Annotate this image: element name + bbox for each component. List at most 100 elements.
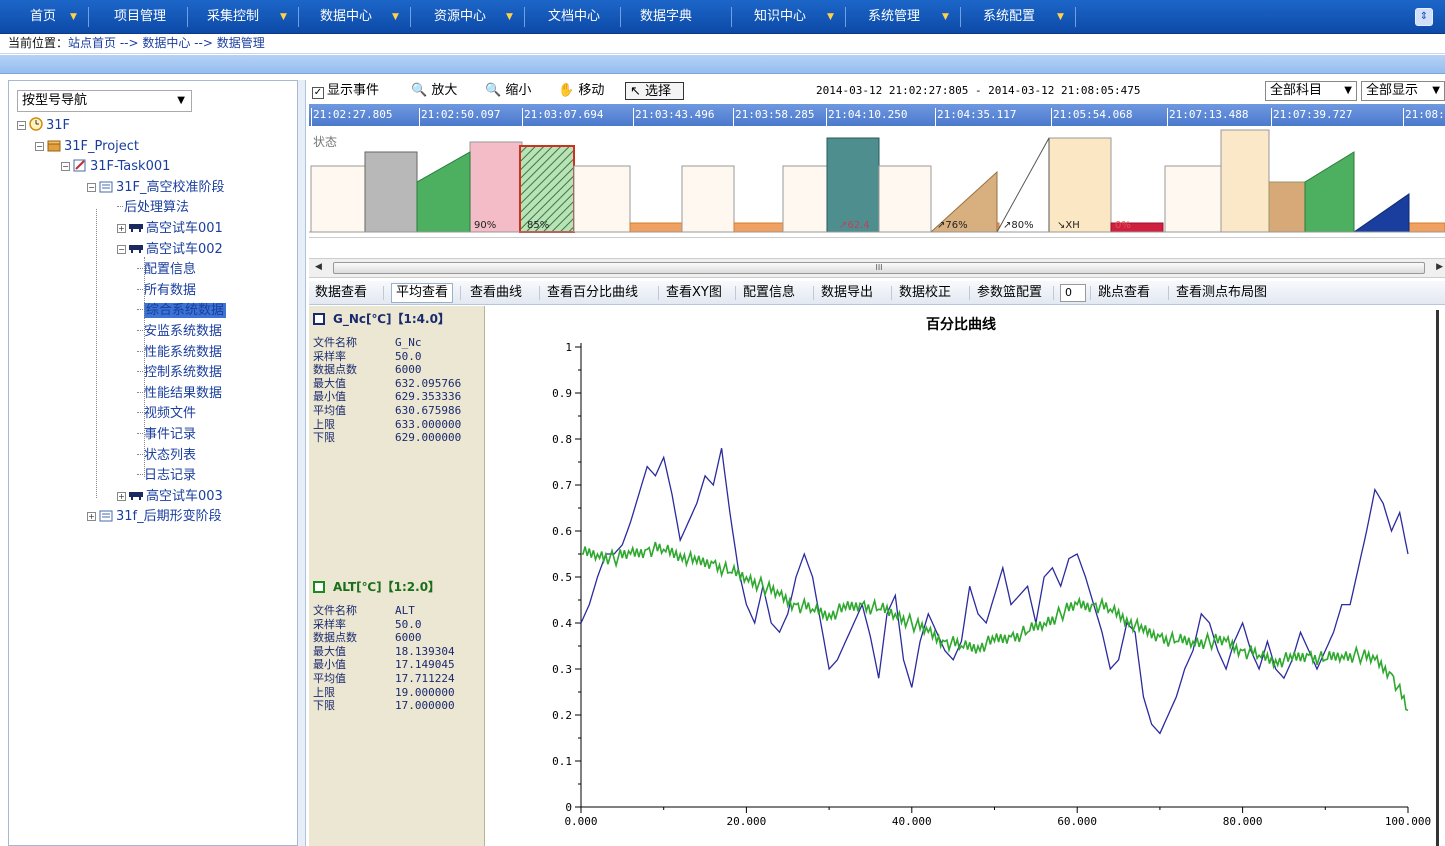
show-events-checkbox[interactable]: ✓ 显示事件	[312, 82, 379, 100]
nav-item-3[interactable]: 采集控制 ▼	[201, 0, 287, 34]
event-ramp[interactable]	[996, 137, 1050, 233]
event-block[interactable]	[1048, 137, 1112, 233]
tree-node[interactable]: 视频文件	[137, 405, 196, 425]
action-4[interactable]: 查看百分比曲线	[547, 284, 638, 302]
event-block[interactable]	[1408, 222, 1445, 233]
percent-curve-chart-panel[interactable]: 百分比曲线 0 0.1 0.2 0.3 0.4 0.5 0.6 0.7 0.8 0.9 1 0.000…	[486, 306, 1445, 846]
action-8[interactable]: 数据校正	[899, 284, 951, 302]
tree-node[interactable]: 性能系统数据	[137, 344, 222, 364]
nav-item-6[interactable]: 文档中心	[542, 0, 600, 34]
channel-color-box[interactable]	[313, 313, 325, 325]
event-horizontal-scrollbar[interactable]: ◀ III ▶	[309, 258, 1445, 278]
tree-node[interactable]: 所有数据	[137, 282, 196, 302]
tree-node[interactable]: 综合系统数据	[137, 302, 227, 322]
channel-color-box[interactable]	[313, 581, 325, 593]
collapse-icon[interactable]: −	[35, 141, 44, 151]
nav-item-4[interactable]: 数据中心 ▼	[314, 0, 399, 34]
action-11[interactable]: 查看测点布局图	[1176, 284, 1267, 302]
panel-splitter[interactable]	[298, 80, 306, 846]
collapse-icon[interactable]: −	[61, 162, 70, 172]
event-block[interactable]	[1220, 129, 1270, 233]
event-block[interactable]	[310, 165, 366, 233]
channel-header[interactable]: ALT[℃]【1:2.0】	[313, 578, 440, 595]
collapse-icon[interactable]: −	[87, 182, 96, 192]
tree-node[interactable]: − 31F_高空校准阶段	[87, 179, 225, 199]
tree-node[interactable]: 后处理算法	[117, 199, 189, 219]
series-line-g-nc[interactable]	[580, 448, 1409, 735]
tree-node[interactable]: − 高空试车002	[117, 241, 223, 261]
event-block[interactable]	[364, 151, 418, 233]
nav-item-1[interactable]: 首页 ▼	[24, 0, 77, 34]
expand-icon[interactable]: +	[117, 491, 126, 501]
action-6[interactable]: 配置信息	[743, 284, 795, 302]
event-block[interactable]	[733, 222, 787, 233]
event-block[interactable]	[782, 165, 828, 233]
nav-item-9[interactable]: 系统管理 ▼	[862, 0, 949, 34]
tree-node[interactable]: 事件记录	[137, 426, 196, 446]
nav-item-label: 首页	[30, 9, 57, 24]
zoom-out-button[interactable]: 🔍 缩小	[485, 82, 531, 100]
action-3[interactable]: 查看曲线	[470, 284, 522, 302]
timeline-ruler[interactable]: 21:02:27.805 21:02:50.097 21:03:07.694 21:0…	[309, 104, 1445, 126]
scroll-thumb[interactable]: III	[333, 262, 1425, 274]
expand-icon[interactable]: +	[117, 224, 126, 233]
event-block[interactable]	[629, 222, 683, 233]
event-block[interactable]	[826, 137, 880, 233]
expand-icon[interactable]: +	[87, 512, 96, 522]
event-block[interactable]	[878, 165, 932, 233]
action-2[interactable]: 平均查看	[391, 283, 454, 303]
channel-header[interactable]: G_Nc[℃]【1:4.0】	[313, 310, 450, 327]
time-range-display: 2014-03-12 21:02:27:805 - 2014-03-12 21:…	[816, 84, 1141, 97]
tree-node[interactable]: +31f_后期形变阶段	[87, 508, 222, 528]
action-1[interactable]: 数据查看	[315, 284, 367, 302]
series-line-alt[interactable]	[581, 541, 1409, 712]
event-ramp[interactable]	[1352, 193, 1410, 233]
event-block[interactable]	[681, 165, 735, 233]
action-10[interactable]: 跳点查看	[1098, 284, 1150, 302]
tree-node[interactable]: 日志记录	[137, 467, 196, 487]
collapse-icon[interactable]: −	[117, 244, 126, 254]
percent-curve-chart[interactable]: 0 0.1 0.2 0.3 0.4 0.5 0.6 0.7 0.8 0.9 1 0.000 20.000…	[486, 306, 1431, 846]
action-7[interactable]: 数据导出	[821, 284, 873, 302]
scroll-right-arrow-icon[interactable]: ▶	[1436, 262, 1443, 272]
tree-node[interactable]: 控制系统数据	[137, 364, 222, 384]
tree-node-label: 配置信息	[144, 262, 197, 278]
nav-item-2[interactable]: 项目管理	[108, 0, 166, 34]
action-9[interactable]: 参数篮配置	[977, 284, 1042, 302]
event-ramp[interactable]	[1304, 151, 1355, 233]
tree-node[interactable]: + 高空试车001	[117, 220, 223, 240]
action-5[interactable]: 查看XY图	[666, 284, 722, 302]
jump-point-input[interactable]: 0	[1060, 284, 1086, 302]
scroll-left-arrow-icon[interactable]: ◀	[315, 262, 322, 272]
navigation-mode-select[interactable]: 按型号导航 ▼	[17, 90, 192, 112]
collapse-icon[interactable]: −	[17, 121, 26, 130]
breadcrumb-path[interactable]: 站点首页 --> 数据中心 --> 数据管理	[68, 36, 265, 50]
nav-item-5[interactable]: 资源中心 ▼	[428, 0, 513, 34]
nav-item-8[interactable]: 知识中心 ▼	[748, 0, 834, 34]
tree-node[interactable]: − 31F_Project	[35, 138, 139, 158]
zoom-in-button[interactable]: 🔍 放大	[411, 82, 457, 100]
event-ramp[interactable]	[416, 151, 471, 233]
event-block[interactable]	[573, 165, 631, 233]
nav-item-7[interactable]: 数据字典	[634, 0, 692, 34]
event-block[interactable]	[1164, 165, 1222, 233]
tree-node[interactable]: 安监系统数据	[137, 323, 222, 343]
tree-node[interactable]: 状态列表	[137, 447, 196, 467]
nav-item-10[interactable]: 系统配置 ▼	[977, 0, 1064, 34]
display-select[interactable]: 全部显示 ▼	[1361, 81, 1445, 101]
event-block[interactable]	[469, 141, 523, 233]
tree-node[interactable]: − 31F	[17, 117, 70, 137]
tree-node[interactable]: 性能结果数据	[137, 385, 222, 405]
select-button[interactable]: ↖ 选择	[625, 82, 685, 100]
nav-separator	[960, 7, 961, 27]
tree-node[interactable]: − 31F-Task001	[61, 158, 170, 178]
info-key: 下限	[313, 699, 335, 713]
subject-select[interactable]: 全部科目 ▼	[1265, 81, 1357, 101]
tree-node[interactable]: 配置信息	[137, 261, 196, 281]
tree-node[interactable]: + 高空试车003	[117, 488, 223, 508]
move-button[interactable]: ✋ 移动	[558, 82, 604, 100]
event-block[interactable]	[1268, 181, 1306, 233]
collapse-toggle-icon[interactable]: ⇕	[1415, 8, 1433, 26]
tree-branch-line	[137, 433, 143, 434]
event-status-area[interactable]: 状态 90% 85% ↗62.4 ↗76% ↗80% ↘XH 0%	[309, 126, 1445, 238]
